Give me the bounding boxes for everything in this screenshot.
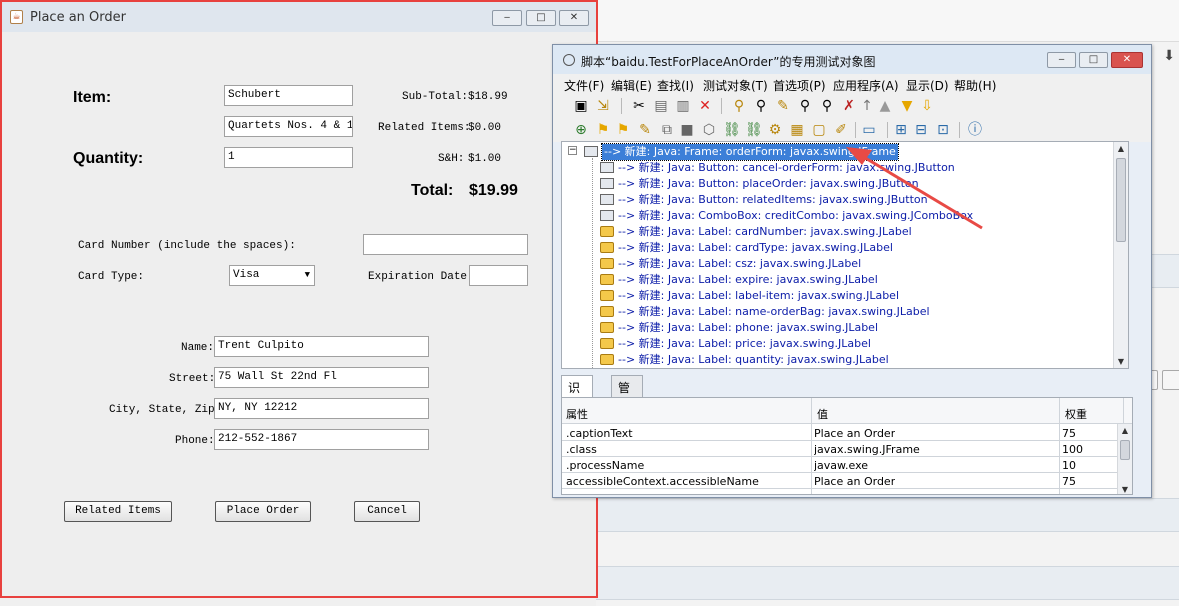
annotation-arrow: [846, 147, 983, 230]
